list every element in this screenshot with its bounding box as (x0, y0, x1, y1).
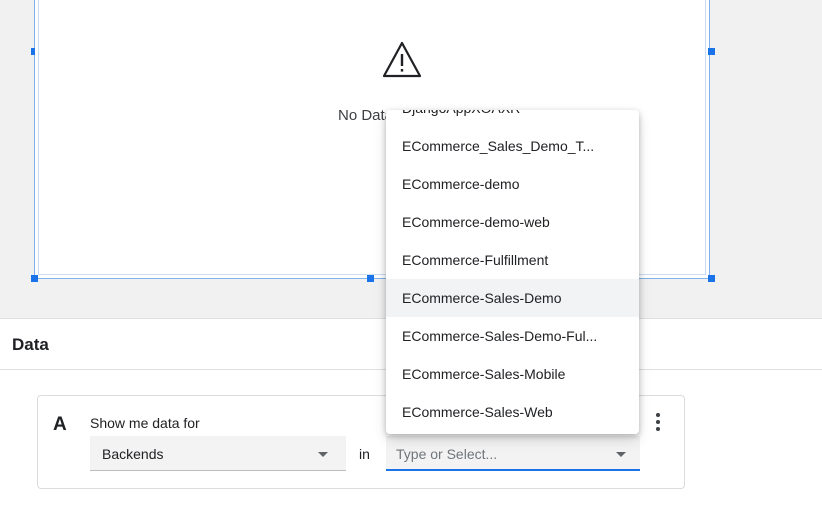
application-select[interactable]: Type or Select... (386, 436, 640, 471)
chevron-down-icon (318, 452, 328, 457)
more-vert-icon[interactable] (648, 410, 668, 434)
source-select-value: Backends (102, 446, 164, 462)
data-panel-title: Data (12, 335, 49, 354)
application-select-placeholder: Type or Select... (396, 446, 498, 462)
dropdown-option[interactable]: ECommerce-Sales-Mobile (386, 355, 639, 393)
dropdown-option[interactable]: DjangoAppXOAXR (386, 110, 639, 127)
resize-handle-bottom[interactable] (367, 275, 374, 282)
dropdown-option-highlighted[interactable]: ECommerce-Sales-Demo (386, 279, 639, 317)
dropdown-option[interactable]: ECommerce-Sales-Web (386, 393, 639, 431)
in-label: in (359, 446, 370, 462)
dropdown-option[interactable]: ECommerce-demo-web (386, 203, 639, 241)
dropdown-option[interactable]: ECommerce-demo (386, 165, 639, 203)
warning-icon (381, 40, 423, 80)
resize-handle-bottom-left[interactable] (31, 275, 38, 282)
source-select[interactable]: Backends (90, 436, 346, 471)
dropdown-option[interactable]: ECommerce-Fulfillment (386, 241, 639, 279)
dropdown-option[interactable]: ECommerce_Sales_Demo_T... (386, 127, 639, 165)
dropdown-option[interactable]: ECommerce-Sales-Demo-Ful... (386, 317, 639, 355)
resize-handle-left[interactable] (31, 48, 35, 55)
application-dropdown-list: DjangoAppXOAXR ECommerce_Sales_Demo_T...… (386, 110, 639, 434)
query-letter: A (53, 414, 67, 435)
query-label: Show me data for (90, 415, 200, 431)
resize-handle-bottom-right[interactable] (708, 275, 715, 282)
chevron-down-icon (616, 452, 626, 457)
resize-handle-right[interactable] (708, 48, 715, 55)
